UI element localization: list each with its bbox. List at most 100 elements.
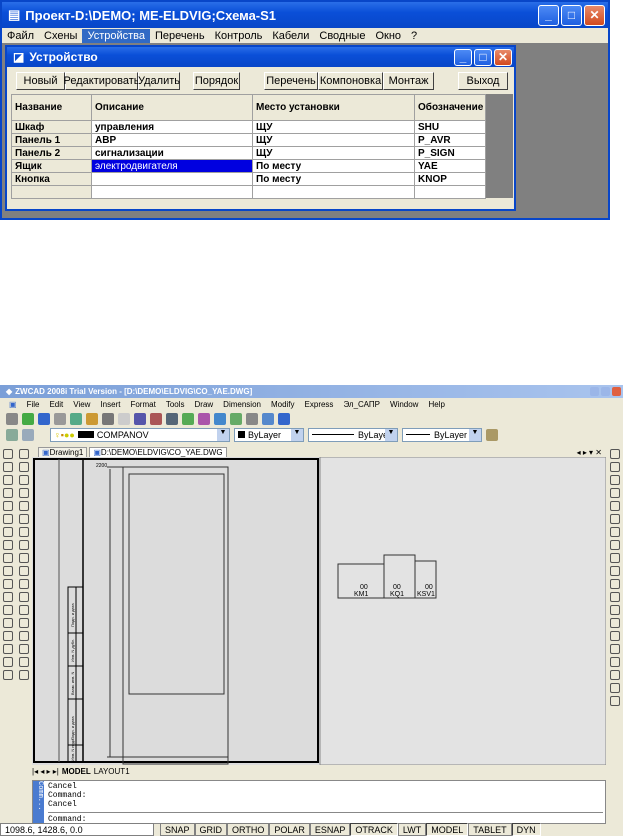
table-row[interactable]: Шкаф управления ЩУ SHU xyxy=(11,120,486,134)
tool-icon[interactable] xyxy=(609,670,620,680)
tool-icon[interactable] xyxy=(19,579,29,589)
status-toggle-snap[interactable]: SNAP xyxy=(160,823,195,836)
tool-icon[interactable] xyxy=(3,514,13,524)
list-button[interactable]: Перечень xyxy=(264,72,318,90)
tool-icon[interactable] xyxy=(609,566,620,576)
tool-icon[interactable] xyxy=(19,657,29,667)
tool-icon[interactable] xyxy=(19,501,29,511)
toolbar-icon[interactable] xyxy=(102,412,114,425)
tool-icon[interactable] xyxy=(19,553,29,563)
tool-icon[interactable] xyxy=(3,579,13,589)
status-toggle-polar[interactable]: POLAR xyxy=(269,823,310,836)
table-row[interactable]: Панель 1 АВР ЩУ P_AVR xyxy=(11,133,486,147)
column-header-name[interactable]: Название xyxy=(11,94,92,121)
cad-minimize-button[interactable] xyxy=(590,387,599,396)
tool-icon[interactable] xyxy=(3,605,13,615)
cell-code[interactable]: KNOP xyxy=(414,172,486,186)
tab-nav-close-icon[interactable]: ◂ ▸ ▾ ✕ xyxy=(577,448,606,457)
cell-place[interactable]: По месту xyxy=(252,159,415,173)
menu-item[interactable]: Окно xyxy=(370,29,406,43)
edit-button[interactable]: Редактировать xyxy=(64,72,140,90)
tool-icon[interactable] xyxy=(3,501,13,511)
dialog-close-button[interactable]: ✕ xyxy=(494,48,512,66)
minimize-button[interactable]: _ xyxy=(538,4,559,26)
table-row[interactable]: Ящик электродвигателя По месту YAE xyxy=(11,159,486,173)
menu-item[interactable]: Файл xyxy=(2,29,39,43)
toolbar-icon[interactable] xyxy=(6,412,18,425)
cad-menu-item[interactable]: Dimension xyxy=(218,399,266,410)
cell-code[interactable]: P_AVR xyxy=(414,133,486,147)
status-toggle-ortho[interactable]: ORTHO xyxy=(227,823,270,836)
tool-icon[interactable] xyxy=(609,644,620,654)
toolbar-icon[interactable] xyxy=(54,412,66,425)
cad-menu-item[interactable]: Draw xyxy=(190,399,219,410)
menu-item[interactable]: Схены xyxy=(39,29,82,43)
cell-desc[interactable]: сигнализации xyxy=(91,146,253,160)
layer-combo[interactable]: ♀ ▪ ●● COMPANOV ▼ xyxy=(50,427,230,442)
tool-icon[interactable] xyxy=(3,592,13,602)
menu-item[interactable]: Контроль xyxy=(210,29,268,43)
tool-icon[interactable] xyxy=(609,501,620,511)
tool-icon[interactable] xyxy=(3,553,13,563)
cad-menu-item[interactable]: Window xyxy=(385,399,423,410)
cell-desc[interactable] xyxy=(91,172,253,186)
tool-icon[interactable] xyxy=(609,488,620,498)
cad-menu-item[interactable]: Insert xyxy=(95,399,125,410)
tool-icon[interactable] xyxy=(3,566,13,576)
cad-menu-item[interactable]: Modify xyxy=(266,399,300,410)
tool-icon[interactable] xyxy=(3,462,13,472)
mount-button[interactable]: Монтаж xyxy=(383,72,434,90)
toolbar-icon[interactable] xyxy=(22,412,34,425)
column-header-description[interactable]: Описание xyxy=(91,94,253,121)
new-button[interactable]: Новый xyxy=(16,72,65,90)
toolbar-icon[interactable] xyxy=(214,412,226,425)
tool-icon[interactable] xyxy=(3,631,13,641)
tool-icon[interactable] xyxy=(19,514,29,524)
cad-menu-item[interactable]: Tools xyxy=(161,399,190,410)
tool-icon[interactable] xyxy=(3,527,13,537)
menu-item[interactable]: Перечень xyxy=(150,29,210,43)
tab-model[interactable]: MODEL xyxy=(62,767,91,776)
toolbar-icon[interactable] xyxy=(262,412,274,425)
tool-icon[interactable] xyxy=(19,618,29,628)
dialog-minimize-button[interactable]: _ xyxy=(454,48,472,66)
column-header-place[interactable]: Место установки xyxy=(252,94,415,121)
tool-icon[interactable] xyxy=(3,657,13,667)
tool-icon[interactable] xyxy=(19,631,29,641)
cell-desc[interactable]: управления xyxy=(91,120,253,134)
toolbar-icon[interactable] xyxy=(166,412,178,425)
cell-code[interactable]: SHU xyxy=(414,120,486,134)
empty-cell[interactable] xyxy=(91,185,253,199)
empty-cell[interactable] xyxy=(252,185,415,199)
tool-icon[interactable] xyxy=(3,449,13,459)
tool-icon[interactable] xyxy=(609,618,620,628)
cad-menu-item[interactable]: Edit xyxy=(44,399,68,410)
tool-icon[interactable] xyxy=(19,670,29,680)
linetype-combo[interactable]: ByLayer ▼ xyxy=(308,427,398,442)
status-toggle-model[interactable]: MODEL xyxy=(426,823,469,836)
cell-desc[interactable]: АВР xyxy=(91,133,253,147)
tool-icon[interactable] xyxy=(3,644,13,654)
dialog-maximize-button[interactable]: □ xyxy=(474,48,492,66)
cell-name[interactable]: Панель 1 xyxy=(11,133,92,147)
status-toggle-tablet[interactable]: TABLET xyxy=(468,823,512,836)
tool-icon[interactable] xyxy=(19,488,29,498)
empty-cell[interactable] xyxy=(11,185,92,199)
tab-drawing1[interactable]: ▣Drawing1 xyxy=(38,447,88,457)
tool-icon[interactable] xyxy=(19,592,29,602)
tool-icon[interactable] xyxy=(3,540,13,550)
column-header-code[interactable]: Обозначение xyxy=(414,94,486,121)
toolbar-icon[interactable] xyxy=(230,412,242,425)
toolbar-icon[interactable] xyxy=(134,412,146,425)
cell-name[interactable]: Панель 2 xyxy=(11,146,92,160)
tool-icon[interactable] xyxy=(19,449,29,459)
cell-name[interactable]: Кнопка xyxy=(11,172,92,186)
tool-icon[interactable] xyxy=(609,631,620,641)
cell-code[interactable]: P_SIGN xyxy=(414,146,486,160)
cad-maximize-button[interactable] xyxy=(601,387,610,396)
menu-item[interactable]: Устройства xyxy=(82,28,151,43)
maximize-button[interactable]: □ xyxy=(561,4,582,26)
tool-icon[interactable] xyxy=(609,540,620,550)
cad-menu-item[interactable]: Help xyxy=(423,399,449,410)
tool-icon[interactable] xyxy=(609,527,620,537)
